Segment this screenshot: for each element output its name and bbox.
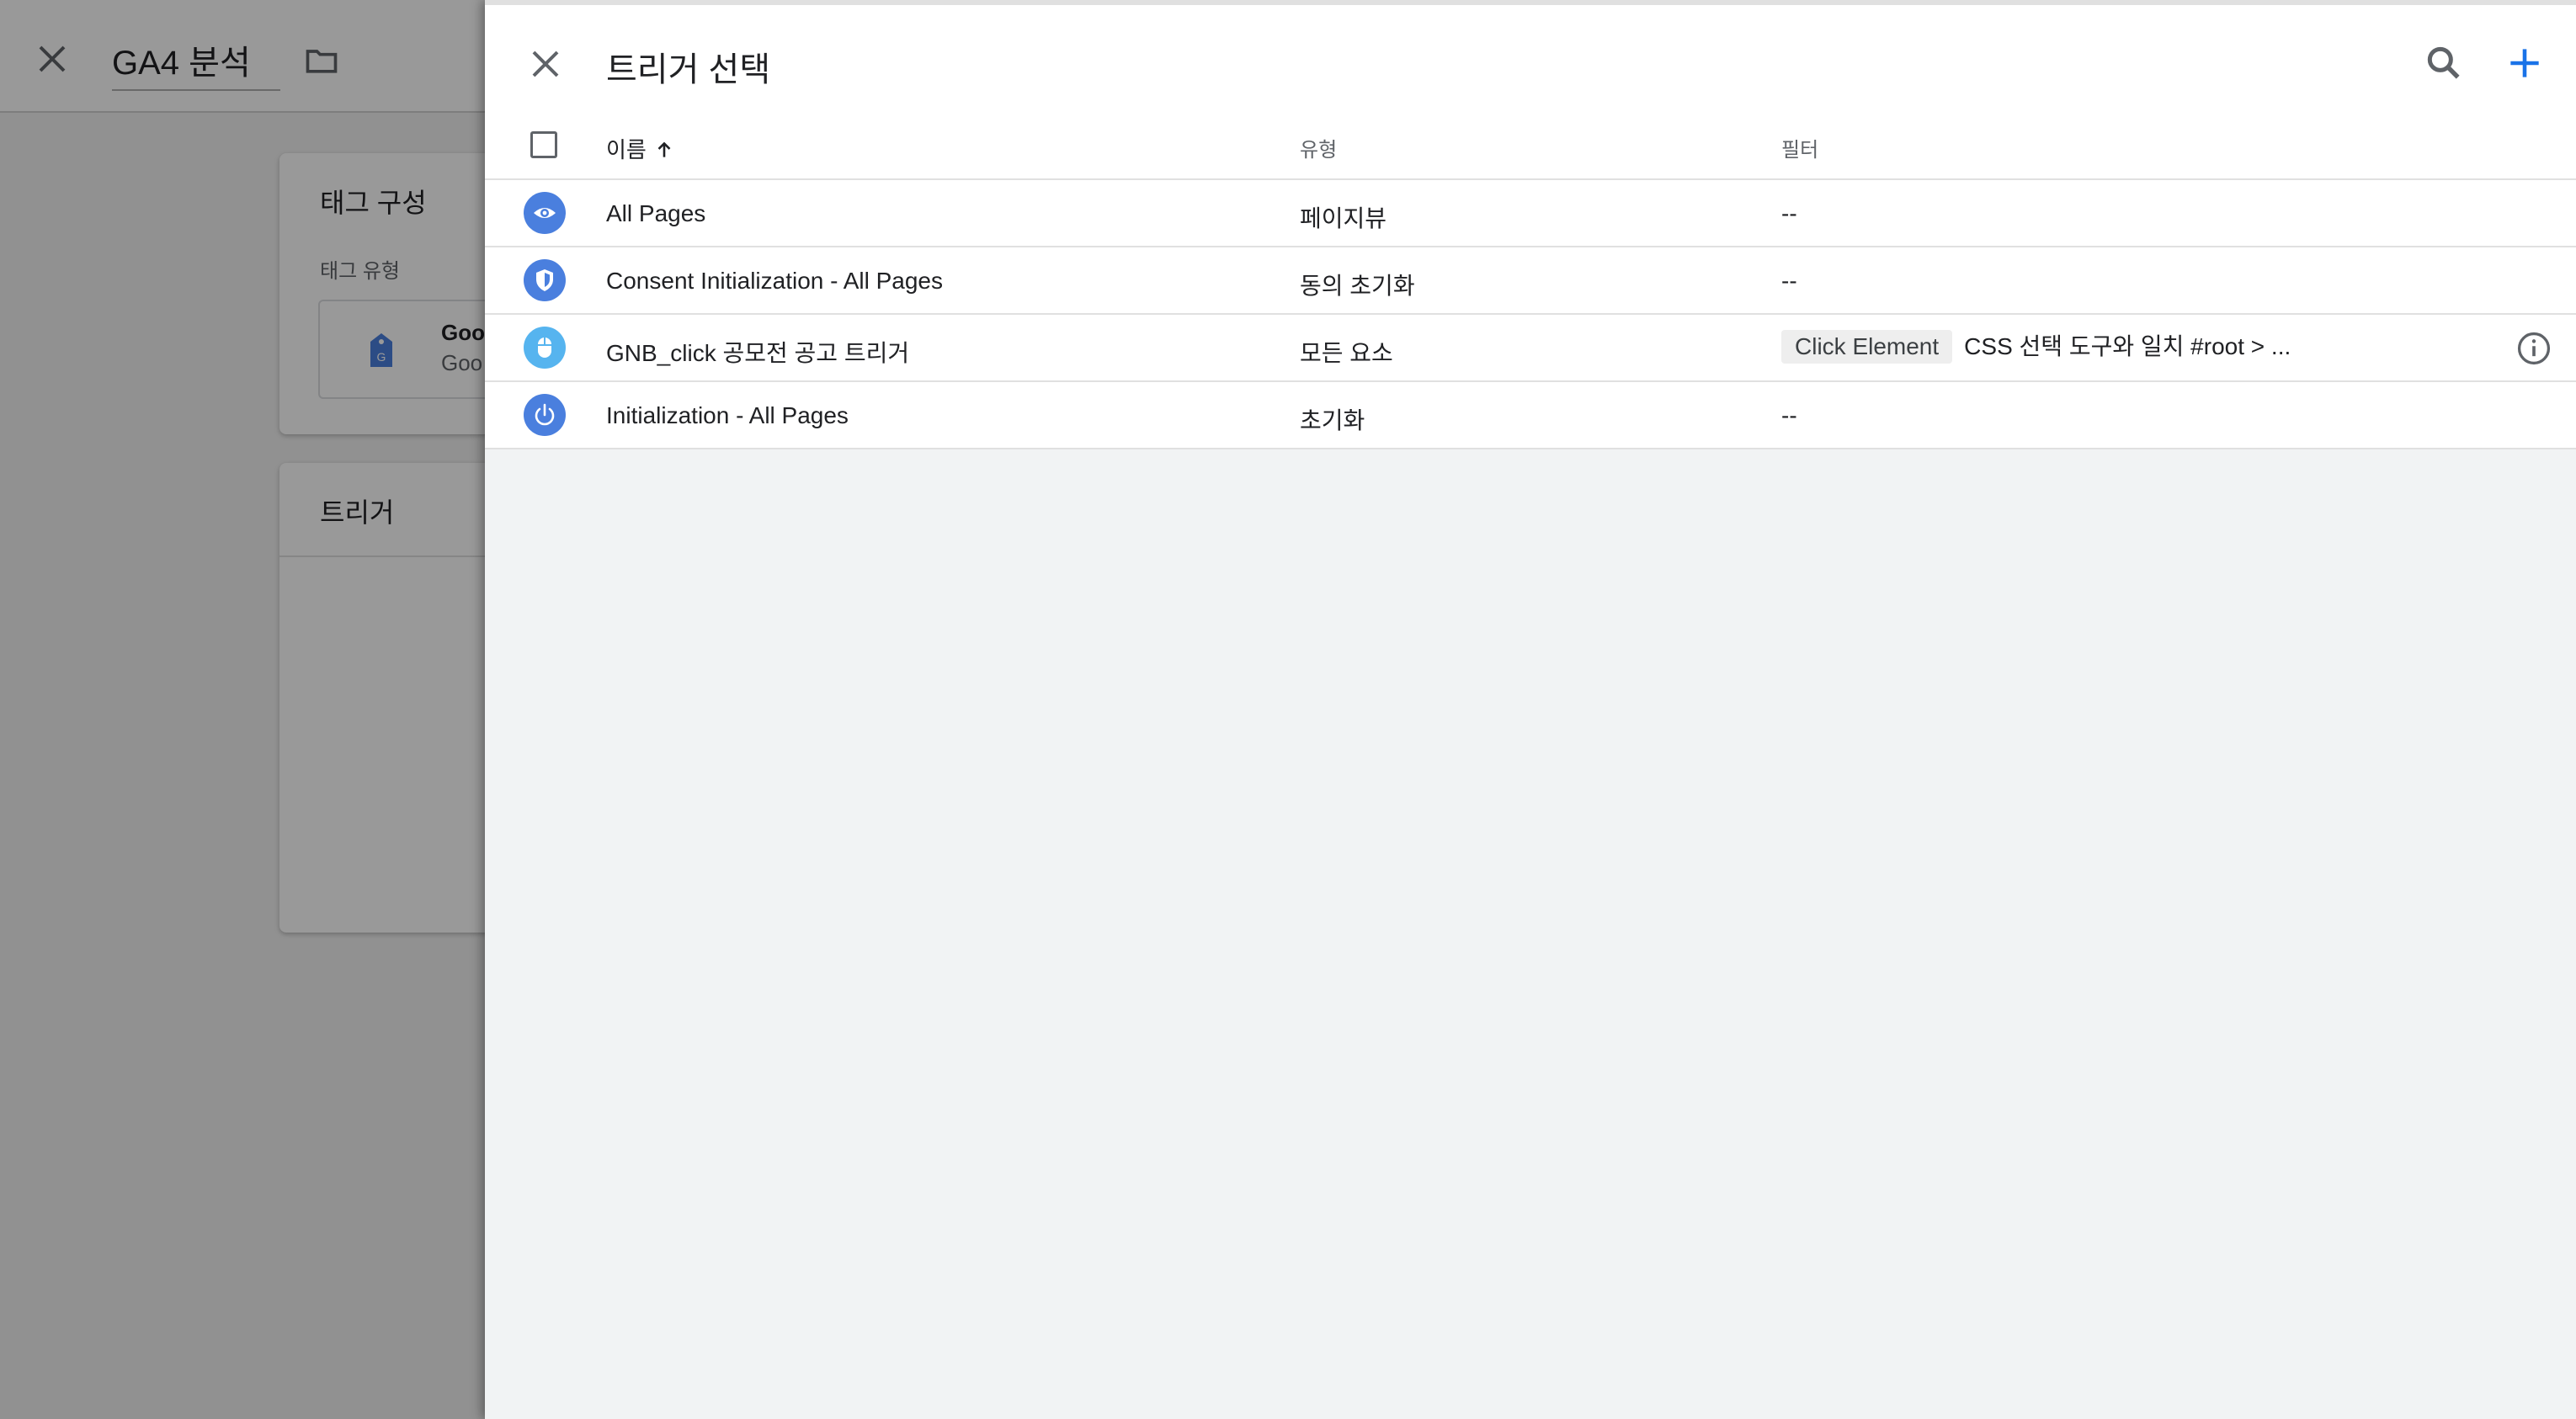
close-icon[interactable] — [525, 44, 566, 84]
trigger-filter: -- — [1781, 402, 1797, 428]
arrow-up-icon — [657, 141, 671, 157]
column-header-name-label: 이름 — [606, 137, 647, 162]
table-header: 이름 유형 필터 — [485, 108, 2576, 180]
filter-variable-chip: Click Element — [1781, 330, 1953, 364]
trigger-name: Consent Initialization - All Pages — [606, 268, 943, 294]
filter-condition: CSS 선택 도구와 일치 #root > ... — [1964, 333, 2291, 359]
trigger-type: 동의 초기화 — [1300, 273, 1415, 299]
column-header-filter[interactable]: 필터 — [1781, 133, 1818, 162]
trigger-filter: -- — [1781, 268, 1797, 294]
mouse-icon — [524, 327, 566, 369]
panel-title: 트리거 선택 — [606, 51, 771, 88]
table-row[interactable]: All Pages 페이지뷰 -- — [485, 180, 2576, 247]
power-icon — [524, 394, 566, 436]
trigger-name: Initialization - All Pages — [606, 402, 849, 428]
trigger-table: 이름 유형 필터 All Pages 페이지뷰 -- Consent Initi… — [485, 108, 2576, 449]
shield-icon — [524, 259, 566, 301]
trigger-type: 초기화 — [1300, 407, 1365, 433]
trigger-name: All Pages — [606, 200, 706, 226]
column-header-type[interactable]: 유형 — [1300, 133, 1337, 162]
panel-header: 트리거 선택 — [485, 5, 2576, 108]
trigger-filter: Click Element CSS 선택 도구와 일치 #root > ... — [1781, 328, 2291, 364]
trigger-name: GNB_click 공모전 공고 트리거 — [606, 340, 910, 366]
table-row[interactable]: GNB_click 공모전 공고 트리거 모든 요소 Click Element… — [485, 315, 2576, 382]
table-row[interactable]: Consent Initialization - All Pages 동의 초기… — [485, 247, 2576, 315]
table-row[interactable]: Initialization - All Pages 초기화 -- — [485, 382, 2576, 449]
trigger-selection-panel: 트리거 선택 이름 유형 필터 All Pages 페이지뷰 -- Consen… — [485, 0, 2576, 1419]
select-all-checkbox[interactable] — [530, 131, 557, 158]
info-icon[interactable] — [2515, 330, 2552, 367]
trigger-filter: -- — [1781, 200, 1797, 226]
eye-icon — [524, 192, 566, 234]
trigger-type: 페이지뷰 — [1300, 205, 1387, 231]
add-icon[interactable] — [2504, 42, 2546, 84]
trigger-type: 모든 요소 — [1300, 340, 1393, 366]
search-icon[interactable] — [2423, 42, 2465, 84]
column-header-name[interactable]: 이름 — [606, 133, 675, 164]
